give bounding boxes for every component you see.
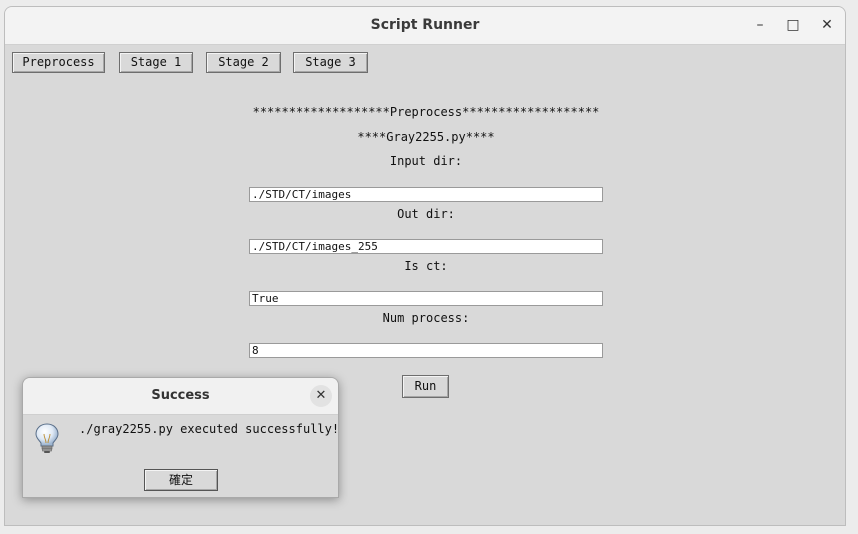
tab-preprocess[interactable]: Preprocess [12,52,105,73]
num-process-field[interactable]: 8 [249,343,603,358]
close-button[interactable]: ✕ [818,16,836,34]
lightbulb-icon [34,422,60,454]
tab-stage-3[interactable]: Stage 3 [293,52,368,73]
out-dir-field[interactable]: ./STD/CT/images_255 [249,239,603,254]
dialog-close-button[interactable]: ✕ [310,385,332,407]
tab-stage-2[interactable]: Stage 2 [206,52,281,73]
section-header: *******************Preprocess***********… [252,105,600,119]
window-title: Script Runner [370,17,480,33]
input-dir-field[interactable]: ./STD/CT/images [249,187,603,202]
title-bar[interactable]: Script Runner – □ ✕ [5,7,845,45]
dialog-ok-button[interactable]: 確定 [144,469,218,491]
out-dir-label: Out dir: [397,207,455,221]
is-ct-label: Is ct: [404,259,448,273]
script-name: ****Gray2255.py**** [357,130,495,144]
input-dir-label: Input dir: [389,154,463,168]
dialog-title-bar[interactable]: Success ✕ [23,378,338,415]
is-ct-field[interactable]: True [249,291,603,306]
num-process-label: Num process: [382,311,470,325]
success-dialog: Success ✕ ./gray2255.py executed success… [22,377,339,498]
run-button[interactable]: Run [402,375,449,398]
minimize-button[interactable]: – [751,16,769,34]
dialog-message: ./gray2255.py executed successfully! [79,422,339,436]
maximize-button[interactable]: □ [784,16,802,34]
dialog-title: Success [151,388,210,403]
tab-stage-1[interactable]: Stage 1 [119,52,193,73]
